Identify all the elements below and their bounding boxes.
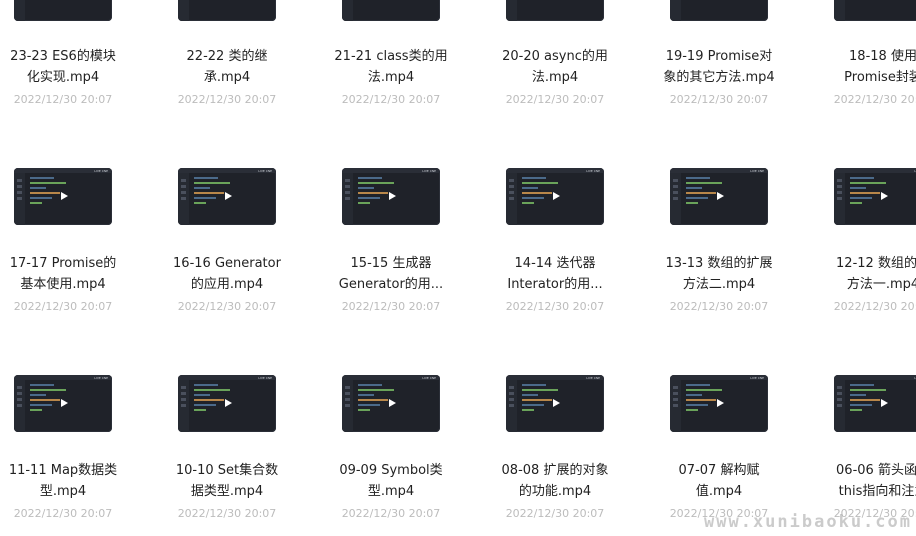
video-file-item[interactable]: LIVE CNE 11-11 Map数据类 型.mp4 2022/12/30 20:0… <box>6 0 170 520</box>
file-name-line1: 06-06 箭头函数 <box>836 463 916 478</box>
file-name: 16-16 Generator 的应用.mp4 <box>170 253 284 295</box>
file-name-line2: Interator的用... <box>507 277 603 292</box>
video-thumbnail[interactable]: LIVE CNE <box>14 375 112 432</box>
file-name: 08-08 扩展的对象 的功能.mp4 <box>498 460 612 502</box>
video-thumbnail[interactable]: LIVE CNE <box>178 375 276 432</box>
file-name-line2: 型.mp4 <box>367 484 415 499</box>
video-file-item[interactable]: LIVE CNE 10-10 Set集合数 据类型.mp4 2022/12/30 20… <box>170 0 334 520</box>
file-date: 2022/12/30 20:07 <box>505 300 605 313</box>
play-icon <box>389 399 396 407</box>
file-date: 2022/12/30 20:07 <box>13 300 113 313</box>
file-name: 12-12 数组的扩方法一.mp4 <box>826 253 916 295</box>
file-name-line1: 08-08 扩展的对象 <box>501 463 609 478</box>
file-name-line2: 的应用.mp4 <box>190 277 264 292</box>
file-name: 06-06 箭头函数 this指向和注意 <box>826 460 916 502</box>
file-name-line2: this指向和注意 <box>838 484 916 499</box>
file-name-line1: 13-13 数组的扩展 <box>665 256 773 271</box>
file-date: 2022/12/30 20:07 <box>13 507 113 520</box>
file-name-line2: 据类型.mp4 <box>190 484 264 499</box>
file-grid: LIVE CNE23-23 ES6的模块化实现.mp42022/12/30 20… <box>0 0 916 536</box>
file-name-line2: 型.mp4 <box>39 484 87 499</box>
play-icon <box>61 399 68 407</box>
file-name-line1: 15-15 生成器 <box>350 256 432 271</box>
video-file-item[interactable]: LIVE CNE 07-07 解构赋 值.mp4 2022/12/30 20:07 <box>662 0 826 520</box>
video-file-item[interactable]: LIVE CNE 06-06 箭头函数 this指向和注意 2022/12/30 20… <box>826 0 916 520</box>
watermark: www.xunibaoku.com <box>704 512 912 532</box>
file-name-line2: 值.mp4 <box>695 484 743 499</box>
file-name-line1: 11-11 Map数据类 <box>8 463 118 478</box>
file-name-line1: 12-12 数组的扩 <box>836 256 916 271</box>
video-file-item[interactable]: LIVE CNE 08-08 扩展的对象 的功能.mp4 2022/12/30 20:… <box>498 0 662 520</box>
file-name: 14-14 迭代器 Interator的用... <box>498 253 612 295</box>
file-name: 09-09 Symbol类 型.mp4 <box>334 460 448 502</box>
file-date: 2022/12/30 20:07 <box>341 300 441 313</box>
file-name-line2: 基本使用.mp4 <box>20 277 106 292</box>
thumb-logo: LIVE CNE <box>586 376 600 380</box>
file-name-line1: 16-16 Generator <box>173 256 281 271</box>
play-icon <box>225 399 232 407</box>
video-thumbnail[interactable]: LIVE CNE <box>670 375 768 432</box>
file-name-line1: 14-14 迭代器 <box>514 256 596 271</box>
file-date: 2022/12/30 20:07 <box>177 300 277 313</box>
file-name-line2: Generator的用... <box>338 277 444 292</box>
file-name: 07-07 解构赋 值.mp4 <box>662 460 776 502</box>
file-name-line2: 方法二.mp4 <box>682 277 756 292</box>
play-icon <box>553 399 560 407</box>
file-date: 2022/12/30 20:07 <box>177 507 277 520</box>
file-date: 2022/12/30 20:07 <box>669 300 769 313</box>
file-name-line1: 09-09 Symbol类 <box>339 463 443 478</box>
file-name: 13-13 数组的扩展 方法二.mp4 <box>662 253 776 295</box>
file-date: 2022/12/30 20:07 <box>505 507 605 520</box>
file-name: 10-10 Set集合数 据类型.mp4 <box>170 460 284 502</box>
file-name-line1: 07-07 解构赋 <box>678 463 760 478</box>
file-date: 2022/12/30 20:07 <box>833 300 916 313</box>
file-date: 2022/12/30 20:07 <box>341 507 441 520</box>
play-icon <box>881 399 888 407</box>
file-name-line2: 的功能.mp4 <box>518 484 592 499</box>
file-name-line1: 17-17 Promise的 <box>9 256 117 271</box>
file-name: 17-17 Promise的 基本使用.mp4 <box>6 253 120 295</box>
file-name: 15-15 生成器 Generator的用... <box>334 253 448 295</box>
file-name-line2: 方法一.mp4 <box>846 277 916 292</box>
thumb-logo: LIVE CNE <box>750 376 764 380</box>
video-file-item[interactable]: LIVE CNE 09-09 Symbol类 型.mp4 2022/12/30 20:… <box>334 0 498 520</box>
video-thumbnail[interactable]: LIVE CNE <box>506 375 604 432</box>
thumb-logo: LIVE CNE <box>422 376 436 380</box>
play-icon <box>717 399 724 407</box>
file-name-line1: 10-10 Set集合数 <box>175 463 279 478</box>
thumb-logo: LIVE CNE <box>94 376 108 380</box>
file-name: 11-11 Map数据类 型.mp4 <box>6 460 120 502</box>
thumb-logo: LIVE CNE <box>258 376 272 380</box>
video-thumbnail[interactable]: LIVE CNE <box>342 375 440 432</box>
video-thumbnail[interactable]: LIVE CNE <box>834 375 916 432</box>
